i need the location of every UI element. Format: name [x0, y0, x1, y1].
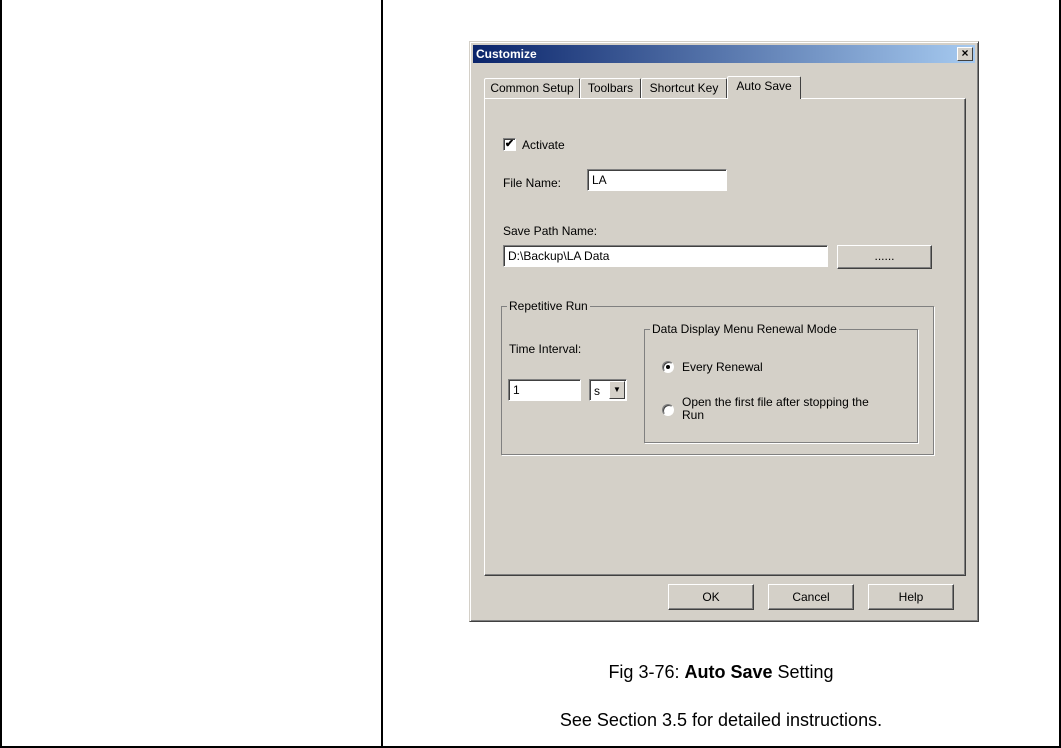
- tab-toolbars[interactable]: Toolbars: [580, 78, 641, 98]
- open-first-file-radio[interactable]: [662, 404, 674, 416]
- save-path-label: Save Path Name:: [503, 224, 598, 238]
- close-icon: ×: [961, 46, 969, 60]
- every-renewal-label: Every Renewal: [682, 360, 763, 374]
- customize-dialog: Customize × Common Setup Toolbars Shortc…: [469, 41, 979, 622]
- save-path-field[interactable]: D:\Backup\LA Data: [503, 245, 828, 267]
- tab-shortcut-key[interactable]: Shortcut Key: [641, 78, 727, 98]
- open-first-file-label-line2: Run: [682, 408, 705, 422]
- open-first-file-label-line1: Open the first file after stopping the: [682, 395, 869, 409]
- time-unit-value: s: [594, 384, 600, 398]
- time-interval-field[interactable]: 1: [508, 379, 581, 401]
- tab-auto-save[interactable]: Auto Save: [727, 76, 801, 99]
- repetitive-run-legend: Repetitive Run: [507, 299, 590, 313]
- caption-prefix: Fig 3-76:: [608, 662, 685, 682]
- time-unit-select[interactable]: s ▼: [589, 379, 627, 401]
- tab-label: Auto Save: [736, 79, 792, 93]
- checkmark-icon: ✔: [504, 138, 515, 150]
- file-name-label: File Name:: [503, 176, 562, 190]
- table-column-divider: [381, 0, 383, 748]
- caption-suffix: Setting: [772, 662, 834, 682]
- every-renewal-radio[interactable]: [662, 361, 674, 373]
- caption-bold: Auto Save: [684, 662, 773, 682]
- ok-button[interactable]: OK: [668, 584, 754, 610]
- dialog-titlebar[interactable]: Customize ×: [473, 45, 975, 63]
- renewal-mode-legend: Data Display Menu Renewal Mode: [650, 322, 839, 336]
- browse-button[interactable]: ......: [837, 245, 932, 269]
- tab-label: Common Setup: [490, 81, 574, 95]
- file-name-field[interactable]: LA: [587, 169, 727, 191]
- tab-label: Shortcut Key: [649, 81, 719, 95]
- tab-label: Toolbars: [587, 81, 634, 95]
- chevron-down-icon[interactable]: ▼: [609, 381, 625, 399]
- time-interval-label: Time Interval:: [509, 342, 582, 356]
- cancel-button[interactable]: Cancel: [768, 584, 854, 610]
- close-button[interactable]: ×: [957, 47, 973, 61]
- renewal-mode-group: Data Display Menu Renewal Mode Every Ren…: [644, 322, 918, 443]
- auto-save-panel: ✔ Activate File Name: LA Save Path Name:…: [484, 98, 966, 576]
- caption-note: See Section 3.5 for detailed instruction…: [559, 710, 883, 730]
- activate-checkbox[interactable]: ✔: [503, 138, 516, 151]
- dialog-title: Customize: [476, 47, 537, 61]
- activate-label: Activate: [522, 138, 565, 152]
- tab-common-setup[interactable]: Common Setup: [484, 78, 580, 98]
- help-button[interactable]: Help: [868, 584, 954, 610]
- repetitive-run-group: Repetitive Run Time Interval: 1 s ▼ Data…: [501, 299, 934, 455]
- figure-caption: Fig 3-76: Auto Save Setting: [383, 662, 1059, 683]
